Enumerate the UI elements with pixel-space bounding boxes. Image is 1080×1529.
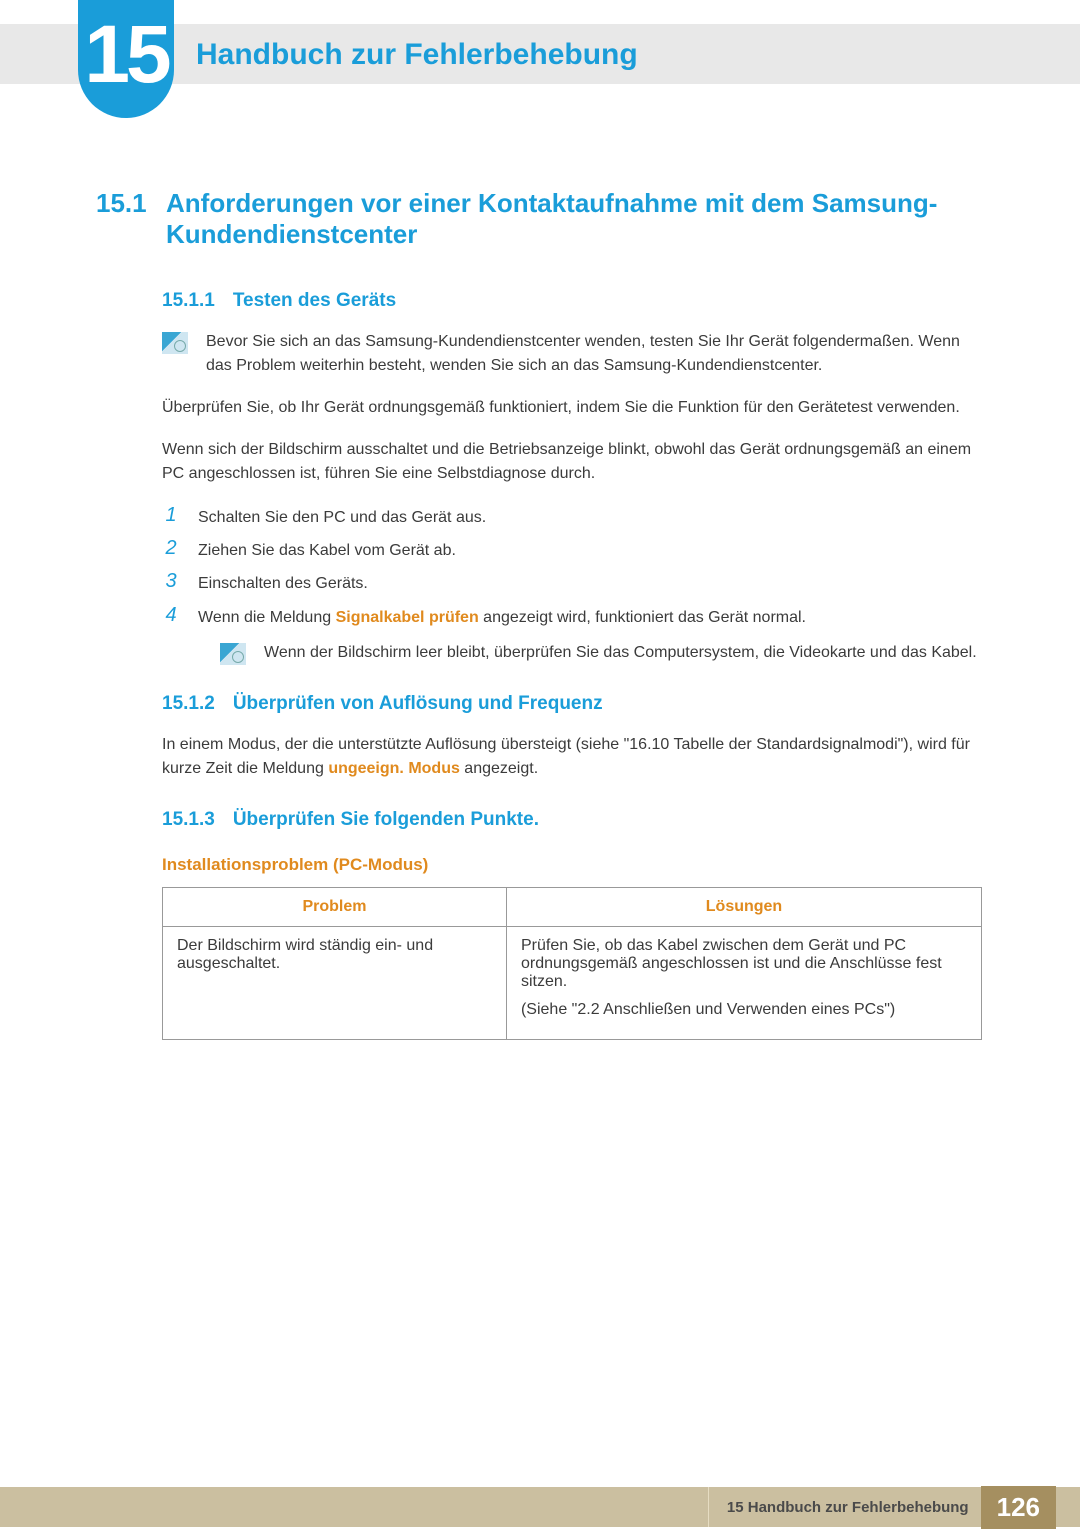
note-block: Bevor Sie sich an das Samsung-Kundendien… xyxy=(96,330,984,378)
step-item: 3 Einschalten des Geräts. xyxy=(162,570,984,597)
step-number: 4 xyxy=(162,604,180,627)
note-text: Bevor Sie sich an das Samsung-Kundendien… xyxy=(206,330,984,378)
page-footer: 15 Handbuch zur Fehlerbehebung 126 xyxy=(0,1487,1080,1527)
chapter-badge: 15 xyxy=(78,0,174,118)
footer-divider xyxy=(708,1487,709,1527)
step-number: 3 xyxy=(162,570,180,593)
step-item: 4 Wenn die Meldung Signalkabel prüfen an… xyxy=(162,604,984,631)
subsection-number: 15.1.1 xyxy=(162,290,215,311)
subsection-heading: 15.1.3 Überprüfen Sie folgenden Punkte. xyxy=(96,809,984,831)
note-text: Wenn der Bildschirm leer bleibt, überprü… xyxy=(264,641,977,665)
step-text: Wenn die Meldung Signalkabel prüfen ange… xyxy=(198,604,806,631)
note-block: Wenn der Bildschirm leer bleibt, überprü… xyxy=(96,641,984,665)
subsection-title: Testen des Geräts xyxy=(233,290,396,311)
step-text: Einschalten des Geräts. xyxy=(198,570,368,597)
p-pre: In einem Modus, der die unterstützte Auf… xyxy=(162,736,970,777)
note-icon xyxy=(162,332,188,354)
step-item: 2 Ziehen Sie das Kabel vom Gerät ab. xyxy=(162,537,984,564)
col-problem: Problem xyxy=(163,887,507,926)
p-post: angezeigt. xyxy=(460,760,538,777)
col-solution: Lösungen xyxy=(506,887,981,926)
chapter-title: Handbuch zur Fehlerbehebung xyxy=(196,38,638,72)
cell-solution: Prüfen Sie, ob das Kabel zwischen dem Ge… xyxy=(506,926,981,1039)
table-row: Der Bildschirm wird ständig ein- und aus… xyxy=(163,926,982,1039)
paragraph: In einem Modus, der die unterstützte Auf… xyxy=(96,733,984,781)
subsection-number: 15.1.2 xyxy=(162,693,215,714)
solution-ref: (Siehe "2.2 Anschließen und Verwenden ei… xyxy=(521,1001,967,1019)
p-orange: ungeeign. Modus xyxy=(328,760,460,777)
section-number: 15.1 xyxy=(96,188,156,219)
step4-orange: Signalkabel prüfen xyxy=(336,609,479,626)
subsection-heading: 15.1.2 Überprüfen von Auflösung und Frequ… xyxy=(96,693,984,715)
section-heading: 15.1 Anforderungen vor einer Kontaktaufn… xyxy=(96,188,984,250)
table-header-row: Problem Lösungen xyxy=(163,887,982,926)
page-number: 126 xyxy=(981,1486,1056,1529)
troubleshooting-table: Problem Lösungen Der Bildschirm wird stä… xyxy=(162,887,982,1040)
chapter-number: 15 xyxy=(84,8,167,102)
subsection-heading: 15.1.1 Testen des Geräts xyxy=(96,290,984,312)
paragraph: Überprüfen Sie, ob Ihr Gerät ordnungsgem… xyxy=(96,396,984,420)
step-list: 1 Schalten Sie den PC und das Gerät aus.… xyxy=(96,504,984,631)
step-text: Schalten Sie den PC und das Gerät aus. xyxy=(198,504,486,531)
footer-label: 15 Handbuch zur Fehlerbehebung xyxy=(727,1499,969,1516)
subsection-number: 15.1.3 xyxy=(162,809,215,830)
step4-pre: Wenn die Meldung xyxy=(198,609,336,626)
step-number: 2 xyxy=(162,537,180,560)
solution-text: Prüfen Sie, ob das Kabel zwischen dem Ge… xyxy=(521,937,967,991)
step-number: 1 xyxy=(162,504,180,527)
section-title: Anforderungen vor einer Kontaktaufnahme … xyxy=(166,188,984,250)
page-content: 15.1 Anforderungen vor einer Kontaktaufn… xyxy=(96,188,984,1040)
paragraph: Wenn sich der Bildschirm ausschaltet und… xyxy=(96,438,984,486)
cell-problem: Der Bildschirm wird ständig ein- und aus… xyxy=(163,926,507,1039)
step4-post: angezeigt wird, funktioniert das Gerät n… xyxy=(479,609,806,626)
subsection-title: Überprüfen von Auflösung und Frequenz xyxy=(233,693,603,714)
step-text: Ziehen Sie das Kabel vom Gerät ab. xyxy=(198,537,456,564)
topic-heading: Installationsproblem (PC-Modus) xyxy=(96,855,984,875)
subsection-title: Überprüfen Sie folgenden Punkte. xyxy=(233,809,539,830)
step-item: 1 Schalten Sie den PC und das Gerät aus. xyxy=(162,504,984,531)
note-icon xyxy=(220,643,246,665)
